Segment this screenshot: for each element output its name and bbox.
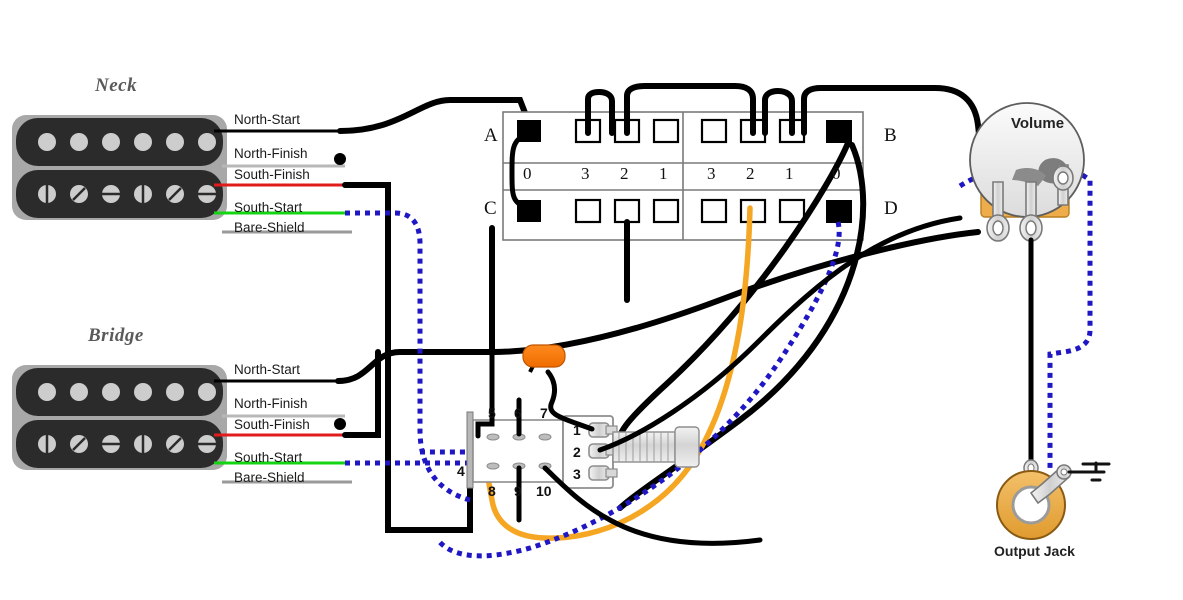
switch-matrix-graphic: [502, 111, 864, 241]
switch-terminal-2: 2: [573, 444, 581, 460]
volume-pot-label: Volume: [1011, 115, 1065, 132]
solder-joints: [334, 153, 346, 430]
bridge-lead-label-bare-shield: Bare-Shield: [234, 470, 305, 485]
matrix-label-b: B: [884, 125, 897, 146]
bridge-lead-label-north-finish: North-Finish: [234, 396, 308, 411]
matrix-number-right-2: 2: [746, 164, 755, 183]
switch-terminal-10: 10: [536, 483, 552, 499]
orange-wire: [485, 205, 753, 541]
switch-terminal-6: 6: [514, 405, 522, 421]
matrix-number-left-2: 2: [620, 164, 629, 183]
matrix-number-left-0: 0: [523, 164, 532, 183]
switch-terminal-5: 5: [488, 405, 496, 421]
neck-lead-label-south-finish: South-Finish: [234, 167, 310, 182]
bridge-lead-label-north-start: North-Start: [234, 362, 301, 377]
matrix-label-a: A: [484, 125, 498, 146]
matrix-label-c: C: [484, 198, 497, 219]
matrix-number-right-3: 3: [707, 164, 716, 183]
neck-lead-label-south-start: South-Start: [234, 200, 303, 215]
matrix-number-right-0: 0: [832, 164, 841, 183]
bridge-lead-label-south-start: South-Start: [234, 450, 303, 465]
switch-terminal-7: 7: [540, 405, 548, 421]
bridge-pickup-title: Bridge: [88, 325, 144, 346]
wiring-svg: [12, 83, 1111, 559]
matrix-number-left-1: 1: [659, 164, 668, 183]
neck-pickup-title: Neck: [95, 75, 138, 96]
output-jack-label: Output Jack: [994, 543, 1075, 559]
switch-terminal-9: 9: [514, 483, 522, 499]
switch-terminal-1: 1: [573, 422, 581, 438]
output-jack-graphic: [996, 459, 1111, 540]
matrix-label-d: D: [884, 198, 898, 219]
switch-terminal-3: 3: [573, 466, 581, 482]
matrix-number-right-1: 1: [785, 164, 794, 183]
neck-lead-label-north-finish: North-Finish: [234, 146, 308, 161]
switch-terminal-4: 4: [457, 463, 465, 479]
neck-lead-label-north-start: North-Start: [234, 112, 301, 127]
switch-terminal-8: 8: [488, 483, 496, 499]
matrix-number-left-3: 3: [581, 164, 590, 183]
capacitor-graphic: [522, 344, 566, 373]
bridge-lead-label-south-finish: South-Finish: [234, 417, 310, 432]
wiring-diagram-canvas: Neck Bridge North-Start North-Finish Sou…: [0, 0, 1183, 600]
neck-lead-label-bare-shield: Bare-Shield: [234, 220, 305, 235]
